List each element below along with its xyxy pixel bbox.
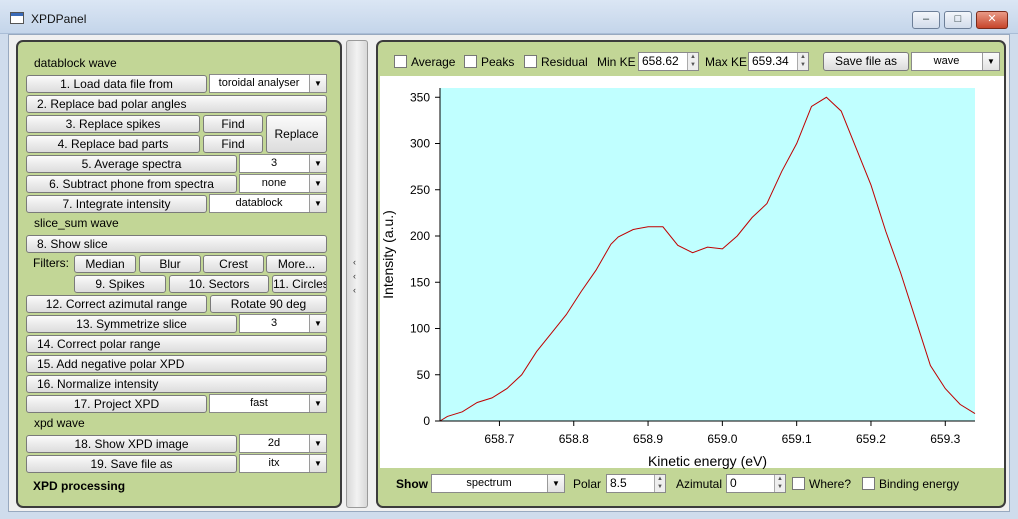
chevron-down-icon: ▼ [309, 175, 326, 192]
chevron-down-icon: ▼ [982, 53, 999, 70]
binding-energy-label: Binding energy [879, 477, 960, 491]
average-spectra-button[interactable]: 5. Average spectra [26, 155, 237, 173]
integrate-intensity-button[interactable]: 7. Integrate intensity [26, 195, 207, 213]
spikes-filter-button[interactable]: 9. Spikes [74, 275, 166, 293]
azimutal-input[interactable]: 0 ▲ ▼ [726, 474, 786, 493]
plot-area-background [380, 76, 1004, 468]
symmetrize-slice-button[interactable]: 13. Symmetrize slice [26, 315, 237, 333]
project-xpd-button[interactable]: 17. Project XPD [26, 395, 207, 413]
xpd-header: xpd wave [34, 416, 85, 430]
slice-header: slice_sum wave [34, 216, 119, 230]
integrate-intensity-select[interactable]: datablock ▼ [209, 194, 327, 213]
polar-input[interactable]: 8.5 ▲ ▼ [606, 474, 666, 493]
residual-label: Residual [541, 55, 588, 69]
normalize-intensity-button[interactable]: 16. Normalize intensity [26, 375, 327, 393]
peaks-label: Peaks [481, 55, 515, 69]
show-xpd-image-button[interactable]: 18. Show XPD image [26, 435, 237, 453]
average-label: Average [411, 55, 456, 69]
add-negative-polar-button[interactable]: 15. Add negative polar XPD [26, 355, 327, 373]
correct-azimutal-button[interactable]: 12. Correct azimutal range [26, 295, 207, 313]
binding-energy-checkbox[interactable] [862, 477, 875, 490]
app-window-icon [10, 12, 24, 24]
close-icon[interactable]: ✕ [976, 11, 1008, 29]
subtract-phone-button[interactable]: 6. Subtract phone from spectra [26, 175, 237, 193]
average-checkbox[interactable] [394, 55, 407, 68]
collapse-arrow-icon: ‹ [353, 257, 356, 267]
average-spectra-select[interactable]: 3 ▼ [239, 154, 327, 173]
chevron-down-icon: ▼ [309, 75, 326, 92]
circles-filter-button[interactable]: 11. Circles [272, 275, 327, 293]
sectors-filter-button[interactable]: 10. Sectors [169, 275, 269, 293]
collapse-arrow-icon: ‹ [353, 271, 356, 281]
chevron-down-icon: ▼ [309, 315, 326, 332]
rotate-90-button[interactable]: Rotate 90 deg [210, 295, 327, 313]
save-file-button[interactable]: 19. Save file as [26, 455, 237, 473]
find-bad-parts-button[interactable]: Find [203, 135, 263, 153]
window-title: XPDPanel [31, 12, 87, 26]
project-xpd-select[interactable]: fast ▼ [209, 394, 327, 413]
max-ke-label: Max KE [705, 55, 748, 69]
replace-button[interactable]: Replace [266, 115, 327, 153]
title-bar: XPDPanel – □ ✕ [0, 0, 1018, 34]
find-spikes-button[interactable]: Find [203, 115, 263, 133]
more-filters-button[interactable]: More... [266, 255, 327, 273]
peaks-checkbox[interactable] [464, 55, 477, 68]
crest-filter-button[interactable]: Crest [203, 255, 264, 273]
show-xpd-select[interactable]: 2d ▼ [239, 434, 327, 453]
polar-label: Polar [573, 477, 602, 491]
panel-footer-title: XPD processing [33, 479, 126, 493]
chevron-down-icon: ▼ [547, 475, 564, 492]
save-target-select[interactable]: wave ▼ [911, 52, 1000, 71]
subtract-phone-select[interactable]: none ▼ [239, 174, 327, 193]
datablock-header: datablock wave [34, 56, 117, 70]
where-label: Where? [809, 477, 852, 491]
replace-spikes-button[interactable]: 3. Replace spikes [26, 115, 200, 133]
azimutal-label: Azimutal [676, 477, 723, 491]
min-ke-label: Min KE [597, 55, 636, 69]
symmetrize-select[interactable]: 3 ▼ [239, 314, 327, 333]
median-filter-button[interactable]: Median [74, 255, 136, 273]
blur-filter-button[interactable]: Blur [139, 255, 201, 273]
replace-polar-angles-button[interactable]: 2. Replace bad polar angles [26, 95, 327, 113]
maximize-icon[interactable]: □ [944, 11, 972, 29]
spinner-icon[interactable]: ▲ ▼ [797, 53, 808, 70]
chevron-down-icon: ▼ [309, 435, 326, 452]
filters-label: Filters: [33, 256, 69, 270]
spinner-icon[interactable]: ▲ ▼ [774, 475, 785, 492]
show-label: Show [396, 477, 428, 491]
where-checkbox[interactable] [792, 477, 805, 490]
collapse-arrow-icon: ‹ [353, 285, 356, 295]
save-format-select[interactable]: itx ▼ [239, 454, 327, 473]
max-ke-input[interactable]: 659.34 ▲ ▼ [748, 52, 809, 71]
minimize-icon[interactable]: – [912, 11, 940, 29]
replace-bad-parts-button[interactable]: 4. Replace bad parts [26, 135, 200, 153]
save-file-as-button[interactable]: Save file as [823, 52, 909, 71]
correct-polar-button[interactable]: 14. Correct polar range [26, 335, 327, 353]
panel-splitter[interactable]: ‹ ‹ ‹ [346, 40, 368, 508]
show-slice-button[interactable]: 8. Show slice [26, 235, 327, 253]
show-mode-select[interactable]: spectrum ▼ [431, 474, 565, 493]
residual-checkbox[interactable] [524, 55, 537, 68]
chevron-down-icon: ▼ [309, 455, 326, 472]
min-ke-input[interactable]: 658.62 ▲ ▼ [638, 52, 699, 71]
chevron-down-icon: ▼ [309, 195, 326, 212]
chevron-down-icon: ▼ [309, 395, 326, 412]
spinner-icon[interactable]: ▲ ▼ [654, 475, 665, 492]
spinner-icon[interactable]: ▲ ▼ [687, 53, 698, 70]
load-data-button[interactable]: 1. Load data file from [26, 75, 207, 93]
load-source-select[interactable]: toroidal analyser ▼ [209, 74, 327, 93]
chevron-down-icon: ▼ [309, 155, 326, 172]
